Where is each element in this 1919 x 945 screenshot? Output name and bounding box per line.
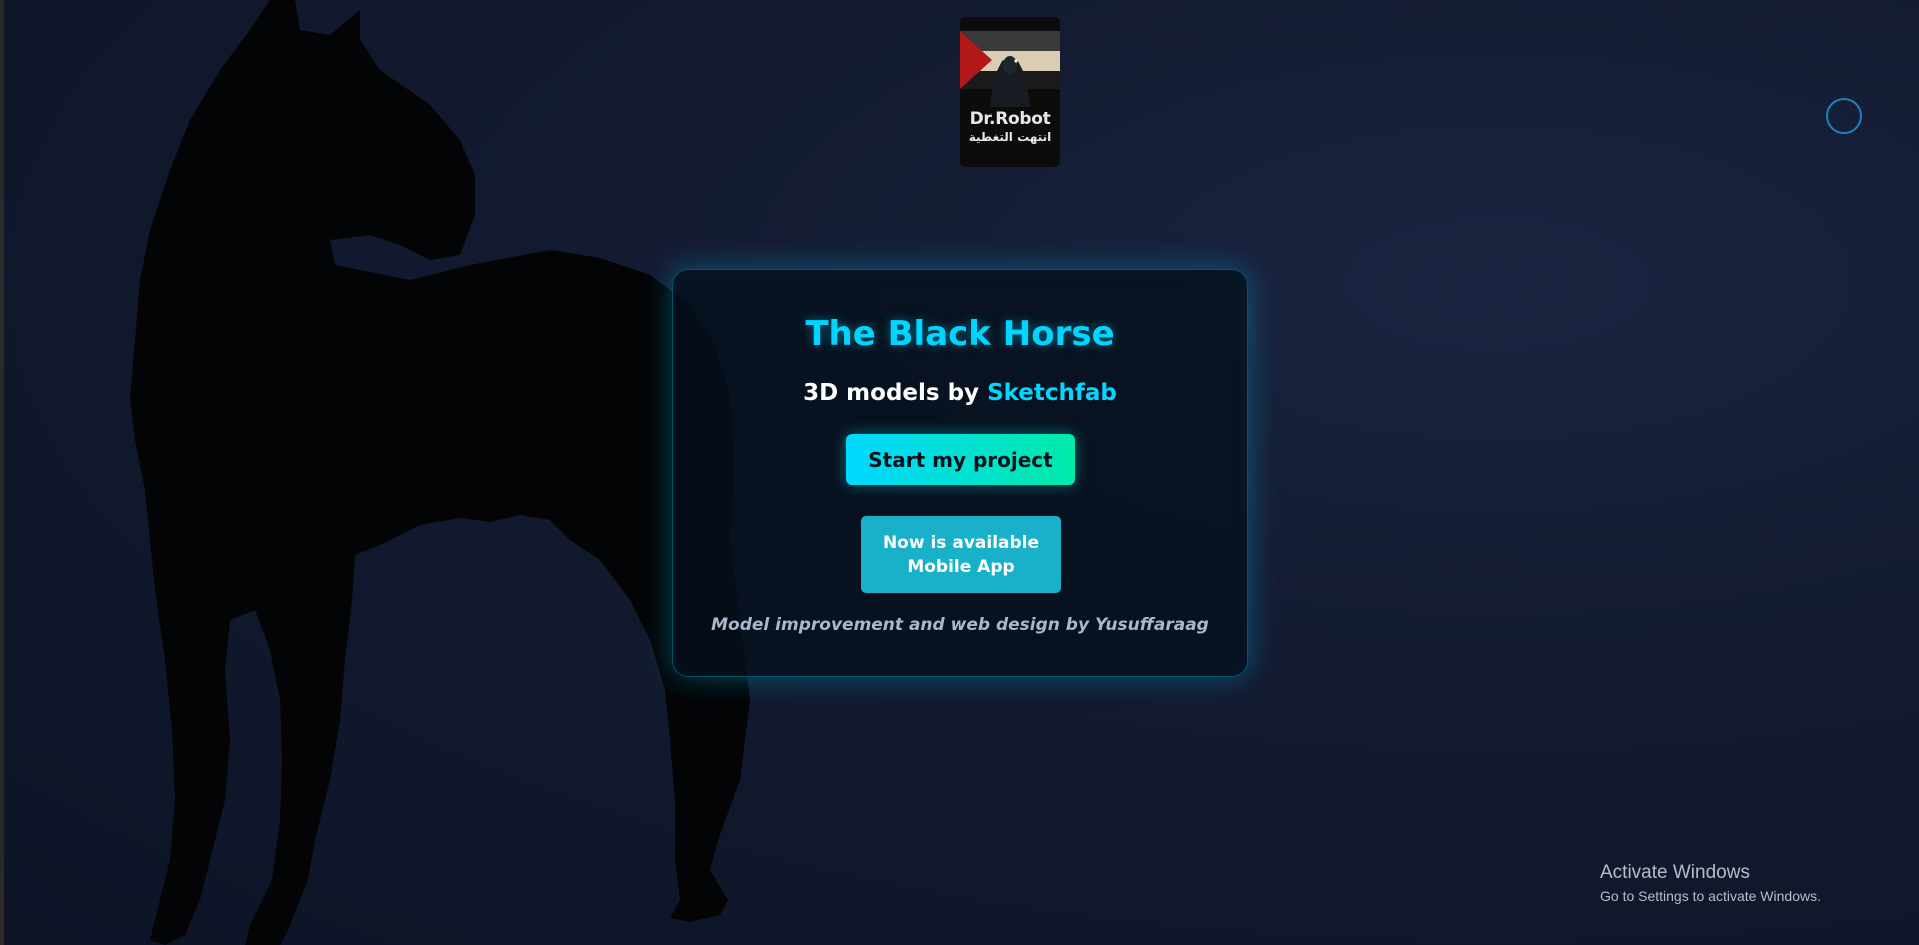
ring-icon[interactable]: [1826, 98, 1862, 134]
activate-subtitle: Go to Settings to activate Windows.: [1600, 888, 1821, 904]
card-subtitle: 3D models by Sketchfab: [673, 380, 1247, 406]
mobile-button-line2: Mobile App: [907, 556, 1015, 577]
logo-name: Dr.Robot: [969, 109, 1051, 129]
hero-card: The Black Horse 3D models by Sketchfab S…: [672, 269, 1248, 677]
activate-windows-watermark: Activate Windows Go to Settings to activ…: [1600, 862, 1821, 904]
logo-subtitle: انتهت التغطية: [968, 130, 1052, 144]
window-edge: [0, 0, 4, 945]
mobile-app-button[interactable]: Now is available Mobile App: [861, 516, 1061, 593]
start-project-button[interactable]: Start my project: [846, 434, 1075, 485]
credit-text: Model improvement and web design by Yusu…: [711, 615, 1209, 635]
sketchfab-link[interactable]: Sketchfab: [987, 380, 1117, 406]
dr-robot-logo[interactable]: Dr.Robot انتهت التغطية: [960, 17, 1060, 167]
mobile-button-line1: Now is available: [882, 532, 1040, 553]
page-title: The Black Horse: [805, 314, 1115, 354]
subtitle-prefix: 3D models by: [803, 380, 988, 406]
activate-title: Activate Windows: [1600, 862, 1750, 883]
logo-artwork: [960, 17, 1060, 167]
